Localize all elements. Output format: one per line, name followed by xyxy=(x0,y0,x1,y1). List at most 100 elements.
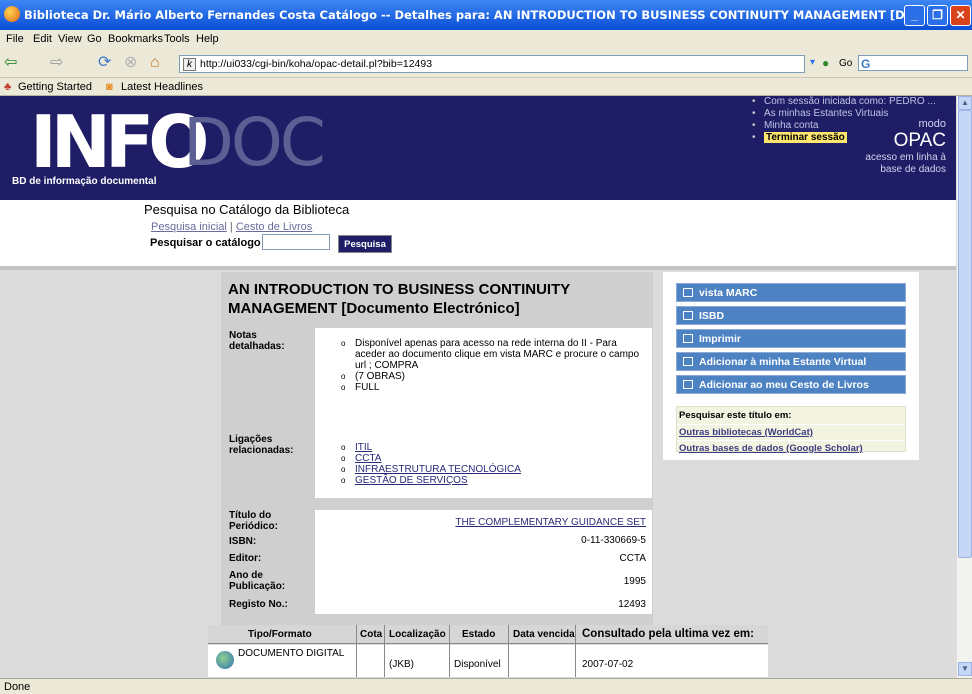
note-item: (7 OBRAS) xyxy=(341,371,642,382)
maximize-button[interactable]: ❐ xyxy=(927,5,948,26)
menu-bookmarks[interactable]: Bookmarks xyxy=(108,33,163,45)
notes-label: Notas detalhadas: xyxy=(229,330,285,352)
year-value: 1995 xyxy=(315,568,652,596)
print-button[interactable]: Imprimir xyxy=(676,329,906,348)
google-scholar-link[interactable]: Outras bases de dados (Google Scholar) xyxy=(677,440,905,456)
search-links: Pesquisa inicial | Cesto de Livros xyxy=(151,221,312,233)
scroll-up-icon[interactable]: ▲ xyxy=(958,96,972,110)
notes-value: Disponível apenas para acesso na rede in… xyxy=(315,328,652,432)
isbd-button[interactable]: ISBD xyxy=(676,306,906,325)
home-search-link[interactable]: Pesquisa inicial xyxy=(151,221,227,233)
isbd-icon xyxy=(683,311,693,320)
status-bar: Done xyxy=(0,678,972,694)
url-field[interactable]: k http://ui033/cgi-bin/koha/opac-detail.… xyxy=(179,55,805,73)
search-elsewhere: Pesquisar este título em: Outras bibliot… xyxy=(676,406,906,454)
related-value: ITIL CCTA INFRAESTRUTURA TECNOLÓGICA GES… xyxy=(315,432,652,498)
col-tipo: Tipo/Formato xyxy=(248,629,312,640)
bookmarks-toolbar: ♣ Getting Started ◙ Latest Headlines xyxy=(0,78,972,96)
periodical-value: THE COMPLEMENTARY GUIDANCE SET xyxy=(315,510,652,534)
search-heading: Pesquisa no Catálogo da Biblioteca xyxy=(144,202,350,217)
shelf-icon xyxy=(683,357,693,366)
menu-edit[interactable]: Edit xyxy=(33,33,52,45)
periodical-row: Título do Periódico: THE COMPLEMENTARY G… xyxy=(226,510,652,534)
table-row: DOCUMENTO DIGITAL (JKB) Disponível 2007-… xyxy=(208,645,768,677)
register-label: Registo No.: xyxy=(229,599,288,610)
cell-localizacao: (JKB) xyxy=(389,659,414,670)
stop-icon[interactable]: ⊗ xyxy=(124,53,137,73)
reload-icon[interactable]: ⟳ xyxy=(98,53,111,73)
info-logo: INFO xyxy=(30,100,209,184)
site-icon: k xyxy=(183,58,196,71)
menu-bar: File Edit View Go Bookmarks Tools Help xyxy=(0,30,972,48)
url-text: http://ui033/cgi-bin/koha/opac-detail.pl… xyxy=(200,58,433,70)
search-button[interactable]: Pesquisa xyxy=(338,235,392,253)
editor-value: CCTA xyxy=(315,550,652,568)
close-button[interactable]: ✕ xyxy=(950,5,971,26)
basket-link[interactable]: Cesto de Livros xyxy=(236,221,312,233)
note-item: Disponível apenas para acesso na rede in… xyxy=(341,338,642,371)
menu-file[interactable]: File xyxy=(6,33,24,45)
vertical-scrollbar[interactable]: ▲ ▼ xyxy=(956,96,972,678)
mode-label: modo xyxy=(918,118,946,130)
menu-go[interactable]: Go xyxy=(87,33,102,45)
status-text: Done xyxy=(4,681,31,693)
worldcat-link[interactable]: Outras bibliotecas (WorldCat) xyxy=(677,424,905,440)
banner-subtitle: BD de informação documental xyxy=(12,176,157,187)
menu-view[interactable]: View xyxy=(58,33,82,45)
col-estado: Estado xyxy=(462,629,496,640)
marc-icon xyxy=(683,288,693,297)
col-cota: Cota xyxy=(360,629,383,640)
back-icon[interactable]: ⇦ xyxy=(4,53,17,73)
site-banner: INFO DOC BD de informação documental Com… xyxy=(0,96,956,200)
cell-consultado: 2007-07-02 xyxy=(582,659,634,670)
col-data-vencida: Data vencida xyxy=(513,629,575,640)
url-dropdown-icon[interactable]: ▾ xyxy=(810,53,815,73)
bookmark-getting-started[interactable]: Getting Started xyxy=(18,81,92,93)
marc-view-button[interactable]: vista MARC xyxy=(676,283,906,302)
actions-panel: vista MARC ISBD Imprimir Adicionar à min… xyxy=(663,272,919,460)
search-input[interactable] xyxy=(262,234,330,250)
catalog-search: Pesquisar o catálogo Pesquisa xyxy=(150,234,392,253)
isbn-row: ISBN: 0-11-330669-5 xyxy=(226,534,652,550)
editor-row: Editor: CCTA xyxy=(226,550,652,568)
bookmark-latest-headlines[interactable]: Latest Headlines xyxy=(121,81,203,93)
menu-help[interactable]: Help xyxy=(196,33,219,45)
isbn-value: 0-11-330669-5 xyxy=(315,534,652,550)
google-icon: G xyxy=(861,57,871,71)
go-icon[interactable]: ● xyxy=(822,53,829,73)
page-viewport: INFO DOC BD de informação documental Com… xyxy=(0,96,956,678)
year-row: Ano de Publicação: 1995 xyxy=(226,568,652,596)
register-value: 12493 xyxy=(315,596,652,614)
cell-tipo: DOCUMENTO DIGITAL xyxy=(238,648,345,659)
rss-icon: ◙ xyxy=(106,81,113,93)
periodical-label: Título do Periódico: xyxy=(229,510,278,532)
search-box[interactable] xyxy=(858,55,968,71)
link-separator: | xyxy=(229,221,233,233)
register-row: Registo No.: 12493 xyxy=(226,596,652,614)
related-link-itil[interactable]: ITIL xyxy=(355,442,372,453)
go-label[interactable]: Go xyxy=(839,54,852,74)
year-label: Ano de Publicação: xyxy=(229,570,286,592)
add-basket-button[interactable]: Adicionar ao meu Cesto de Livros xyxy=(676,375,906,394)
forward-icon[interactable]: ⇨ xyxy=(50,53,63,73)
add-shelf-button[interactable]: Adicionar à minha Estante Virtual xyxy=(676,352,906,371)
periodical-link[interactable]: THE COMPLEMENTARY GUIDANCE SET xyxy=(455,517,646,528)
opac-label: OPAC xyxy=(893,130,946,151)
note-item: FULL xyxy=(341,382,642,393)
search-label: Pesquisar o catálogo xyxy=(150,237,261,249)
access-label-2: base de dados xyxy=(880,164,946,175)
menu-tools[interactable]: Tools xyxy=(164,33,190,45)
related-link-gestao[interactable]: GESTÃO DE SERVIÇOS xyxy=(355,475,468,486)
notes-row: Notas detalhadas: Disponível apenas para… xyxy=(226,328,652,432)
record-detail: AN INTRODUCTION TO BUSINESS CONTINUITY M… xyxy=(221,272,653,632)
scroll-down-icon[interactable]: ▼ xyxy=(958,662,972,676)
col-consultado: Consultado pela ultima vez em: xyxy=(582,628,754,640)
home-icon[interactable]: ⌂ xyxy=(150,53,160,73)
scroll-thumb[interactable] xyxy=(958,110,972,558)
cell-estado: Disponível xyxy=(454,659,501,670)
basket-icon xyxy=(683,380,693,389)
related-link-infra[interactable]: INFRAESTRUTURA TECNOLÓGICA xyxy=(355,464,521,475)
minimize-button[interactable]: _ xyxy=(904,5,925,26)
related-link-ccta[interactable]: CCTA xyxy=(355,453,381,464)
firefox-icon xyxy=(4,6,20,22)
